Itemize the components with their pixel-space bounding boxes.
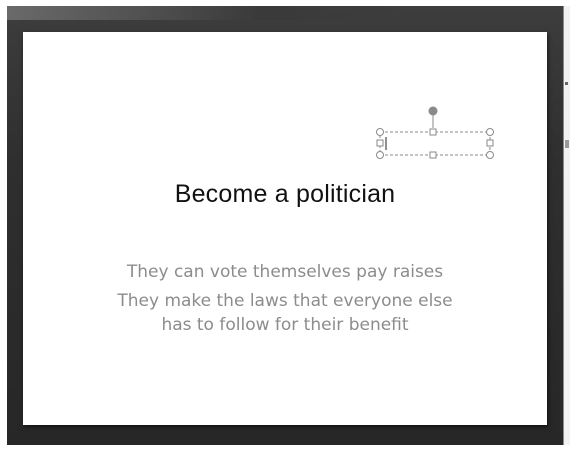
right-pane-marker [565, 82, 568, 85]
right-pane-scroll-mark [565, 140, 569, 148]
resize-handle-left[interactable] [376, 139, 384, 147]
slide-title[interactable]: Become a politician [0, 180, 570, 209]
slide-canvas[interactable] [23, 32, 547, 425]
resize-handle-bottom[interactable] [429, 151, 437, 159]
resize-handle-top-right[interactable] [486, 128, 494, 136]
bullet-item: They make the laws that everyone else ha… [117, 291, 453, 335]
workspace-header-sheen [7, 6, 566, 20]
right-pane-edge[interactable] [563, 6, 570, 445]
bullet-item: They can vote themselves pay raises [126, 262, 444, 282]
text-box-selection[interactable] [372, 104, 502, 160]
resize-handle-bottom-left[interactable] [376, 151, 384, 159]
resize-handle-right[interactable] [486, 139, 494, 147]
app-frame: Become a politician They can vote themse… [0, 0, 570, 450]
resize-handle-bottom-right[interactable] [486, 151, 494, 159]
rotate-handle-icon[interactable] [428, 106, 438, 116]
resize-handle-top-left[interactable] [376, 128, 384, 136]
resize-handle-top[interactable] [429, 128, 437, 136]
slide-body[interactable]: They can vote themselves pay raises They… [0, 260, 570, 337]
